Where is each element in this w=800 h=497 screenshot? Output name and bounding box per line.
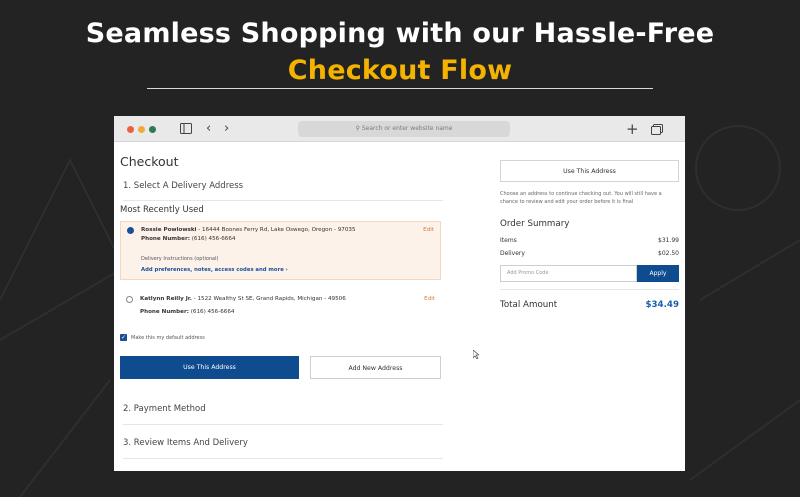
phone-label: Phone Number: [141,236,190,242]
page-content: Checkout 1. Select A Delivery Address Mo… [114,142,685,471]
order-summary-panel: Use This Address Choose an address to co… [500,142,679,471]
delivery-value: $02.50 [658,250,679,257]
address-bar[interactable]: ⚲ Search or enter website name [298,121,510,137]
items-label: Items [500,237,517,244]
browser-toolbar: ‹ › ⚲ Search or enter website name + [114,116,685,142]
tabs-icon[interactable] [651,124,663,135]
items-row: Items $31.99 [500,237,679,244]
apply-promo-button[interactable]: Apply [637,265,679,282]
chevron-right-icon: › [285,267,288,273]
close-window-dot[interactable] [127,126,134,133]
total-row: Total Amount $34.49 [500,300,679,310]
minimize-window-dot[interactable] [138,126,145,133]
total-label: Total Amount [500,300,558,310]
address-text: - 16444 Boones Ferry Rd, Lake Oswego, Or… [196,227,356,233]
browser-window: ‹ › ⚲ Search or enter website name + Che… [114,116,685,471]
default-address-checkbox[interactable]: ✓ [120,334,127,341]
edit-address-link[interactable]: Edit [423,227,434,233]
total-value: $34.49 [645,300,679,310]
address-placeholder: Search or enter website name [361,125,453,132]
address-line: Katlynn Reilly Jr. - 1522 Wealthy St SE,… [140,296,346,302]
forward-arrow-icon[interactable]: › [224,122,229,136]
items-value: $31.99 [658,237,679,244]
address-line: Rossie Powlowski - 16444 Boones Ferry Rd… [141,227,356,233]
plus-icon[interactable]: + [626,122,639,137]
hero-divider [147,88,653,89]
maximize-window-dot[interactable] [149,126,156,133]
mouse-cursor-icon [473,350,479,359]
step-review-items[interactable]: 3. Review Items And Delivery [123,438,248,448]
page-title: Checkout [120,154,179,169]
phone-value: (616) 456-6664 [189,236,236,242]
divider [123,458,443,459]
address-name: Katlynn Reilly Jr. [140,296,192,302]
divider [123,200,443,201]
hero-title-line1: Seamless Shopping with our Hassle-Free [85,18,715,49]
add-preferences-link[interactable]: Add preferences, notes, access codes and… [141,267,288,273]
use-address-button[interactable]: Use This Address [120,356,299,379]
delivery-instructions-label: Delivery Instructions (optional) [141,256,219,262]
address-card-selected[interactable]: Rossie Powlowski - 16444 Boones Ferry Rd… [120,221,441,280]
address-text: - 1522 Wealthy St SE, Grand Rapids, Mich… [191,296,346,302]
add-address-button[interactable]: Add New Address [310,356,441,379]
order-summary-title: Order Summary [500,219,570,229]
phone-line: Phone Number: (616) 456-6664 [140,309,234,315]
back-arrow-icon[interactable]: ‹ [206,122,211,136]
step-payment-method[interactable]: 2. Payment Method [123,404,206,414]
summary-use-address-button[interactable]: Use This Address [500,160,679,182]
divider [500,289,679,290]
default-address-label: Make this my default address [131,335,205,341]
most-recent-heading: Most Recently Used [120,205,204,215]
phone-value: (616) 456-6664 [188,309,235,315]
address-name: Rossie Powlowski [141,227,197,233]
add-preferences-label: Add preferences, notes, access codes and… [141,267,284,273]
hero-title-highlight: Checkout Flow [287,55,513,86]
summary-note: Choose an address to continue checking o… [500,191,662,205]
phone-line: Phone Number: (616) 456-6664 [141,236,235,242]
address-card[interactable]: Katlynn Reilly Jr. - 1522 Wealthy St SE,… [120,290,441,330]
edit-address-link[interactable]: Edit [424,296,435,302]
divider [123,424,443,425]
promo-code-input[interactable]: Add Promo Code [500,265,637,282]
phone-label: Phone Number: [140,309,189,315]
address-radio[interactable] [126,296,133,303]
delivery-row: Delivery $02.50 [500,250,679,257]
address-radio-selected[interactable] [127,227,134,234]
step-select-address[interactable]: 1. Select A Delivery Address [123,181,243,191]
search-icon: ⚲ [355,125,360,132]
sidebar-icon[interactable] [180,123,192,134]
delivery-label: Delivery [500,250,525,257]
